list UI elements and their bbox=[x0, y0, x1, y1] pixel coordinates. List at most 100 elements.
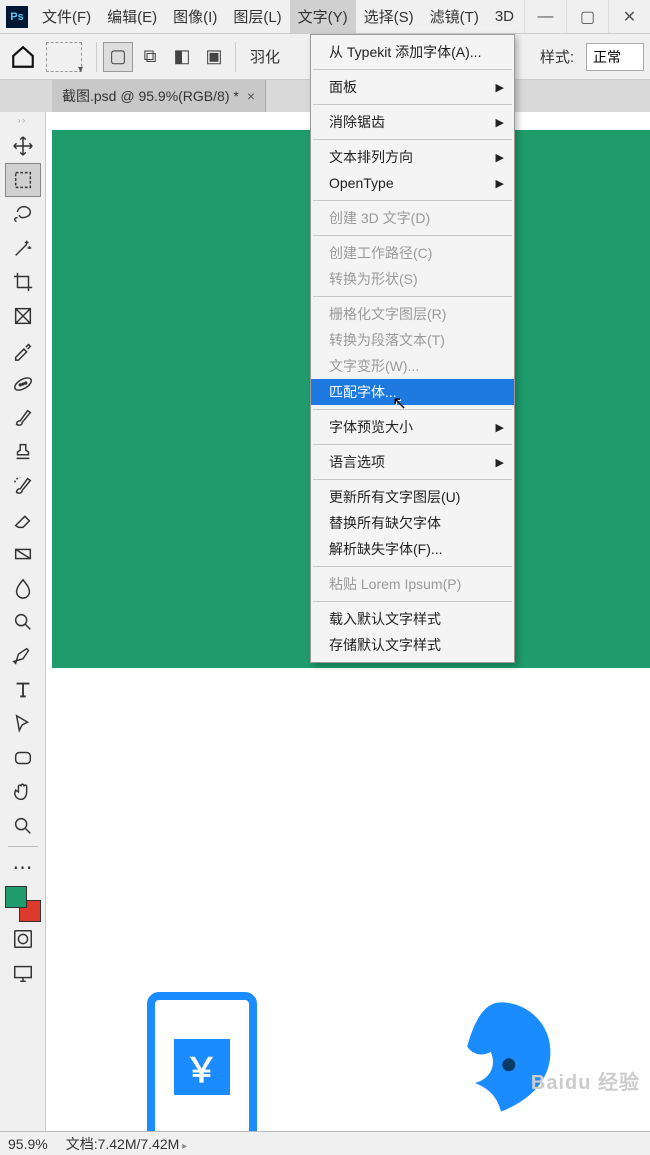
window-controls: — ▢ ✕ bbox=[524, 0, 650, 33]
menu-item[interactable]: 载入默认文字样式 bbox=[311, 606, 514, 632]
canvas-phone-card bbox=[112, 992, 292, 1131]
menu-separator bbox=[313, 479, 512, 480]
menu-type[interactable]: 文字(Y) bbox=[290, 0, 356, 33]
menu-edit[interactable]: 编辑(E) bbox=[99, 0, 165, 33]
menu-filter[interactable]: 滤镜(T) bbox=[422, 0, 487, 33]
move-tool[interactable] bbox=[5, 129, 41, 163]
canvas-fish-card bbox=[411, 992, 591, 1131]
window-maximize-button[interactable]: ▢ bbox=[566, 0, 608, 33]
window-close-button[interactable]: ✕ bbox=[608, 0, 650, 33]
tool-preset-picker[interactable] bbox=[46, 42, 82, 72]
menu-item[interactable]: 从 Typekit 添加字体(A)... bbox=[311, 39, 514, 65]
menu-separator bbox=[313, 104, 512, 105]
screenmode-icon[interactable] bbox=[5, 956, 41, 990]
feather-label: 羽化 bbox=[250, 46, 280, 67]
document-tab[interactable]: 截图.psd @ 95.9%(RGB/8) * × bbox=[52, 80, 266, 112]
menu-item[interactable]: 字体预览大小▶ bbox=[311, 414, 514, 440]
window-minimize-button[interactable]: — bbox=[524, 0, 566, 33]
history-brush-tool[interactable] bbox=[5, 469, 41, 503]
menu-separator bbox=[313, 444, 512, 445]
toolbar-grip-icon[interactable]: ›› bbox=[18, 116, 27, 125]
status-docinfo[interactable]: 文档:7.42M/7.42M bbox=[66, 1134, 187, 1154]
clone-stamp-tool[interactable] bbox=[5, 435, 41, 469]
path-selection-tool[interactable] bbox=[5, 707, 41, 741]
menu-item: 粘贴 Lorem Ipsum(P) bbox=[311, 571, 514, 597]
menu-item: 转换为形状(S) bbox=[311, 266, 514, 292]
foreground-color-swatch[interactable] bbox=[5, 886, 27, 908]
watermark: Baidu 经验 bbox=[531, 1066, 640, 1095]
submenu-arrow-icon: ▶ bbox=[496, 81, 504, 94]
menu-3d[interactable]: 3D bbox=[487, 0, 522, 33]
menu-item: 创建工作路径(C) bbox=[311, 240, 514, 266]
menu-item[interactable]: 替换所有缺欠字体 bbox=[311, 510, 514, 536]
menu-item[interactable]: 存储默认文字样式 bbox=[311, 632, 514, 658]
pen-tool[interactable] bbox=[5, 639, 41, 673]
selection-subtract-icon[interactable]: ◧ bbox=[167, 42, 197, 72]
menu-item[interactable]: 消除锯齿▶ bbox=[311, 109, 514, 135]
menubar: 文件(F) 编辑(E) 图像(I) 图层(L) 文字(Y) 选择(S) 滤镜(T… bbox=[34, 0, 524, 33]
menu-item[interactable]: OpenType▶ bbox=[311, 170, 514, 196]
document-tab-close-icon[interactable]: × bbox=[247, 88, 255, 104]
menu-separator bbox=[313, 235, 512, 236]
tools-panel: ›› ⋯ bbox=[0, 112, 46, 1131]
healing-brush-tool[interactable] bbox=[5, 367, 41, 401]
selection-intersect-icon[interactable]: ▣ bbox=[199, 42, 229, 72]
menu-separator bbox=[313, 296, 512, 297]
menu-item[interactable]: 更新所有文字图层(U) bbox=[311, 484, 514, 510]
mouse-cursor-icon: ↖ bbox=[392, 393, 407, 414]
selection-mode-group: ▢ ⧉ ◧ ▣ bbox=[96, 42, 236, 72]
menu-layer[interactable]: 图层(L) bbox=[225, 0, 289, 33]
hand-tool[interactable] bbox=[5, 775, 41, 809]
zoom-tool[interactable] bbox=[5, 809, 41, 843]
status-zoom[interactable]: 95.9% bbox=[8, 1136, 48, 1152]
statusbar: 95.9% 文档:7.42M/7.42M bbox=[0, 1131, 650, 1155]
menu-item[interactable]: 匹配字体... bbox=[311, 379, 514, 405]
gradient-tool[interactable] bbox=[5, 537, 41, 571]
quickmask-icon[interactable] bbox=[5, 922, 41, 956]
menu-select[interactable]: 选择(S) bbox=[356, 0, 422, 33]
type-menu-dropdown: 从 Typekit 添加字体(A)... 面板▶ 消除锯齿▶ 文本排列方向▶OpenT… bbox=[310, 34, 515, 663]
eyedropper-tool[interactable] bbox=[5, 333, 41, 367]
menu-item: 栅格化文字图层(R) bbox=[311, 301, 514, 327]
submenu-arrow-icon: ▶ bbox=[496, 151, 504, 164]
submenu-arrow-icon: ▶ bbox=[496, 177, 504, 190]
menu-item[interactable]: 文本排列方向▶ bbox=[311, 144, 514, 170]
menu-item: 文字变形(W)... bbox=[311, 353, 514, 379]
eraser-tool[interactable] bbox=[5, 503, 41, 537]
phone-yen-icon bbox=[147, 992, 257, 1131]
menu-item[interactable]: 解析缺失字体(F)... bbox=[311, 536, 514, 562]
selection-add-icon[interactable]: ⧉ bbox=[135, 42, 165, 72]
menu-item[interactable]: 语言选项▶ bbox=[311, 449, 514, 475]
type-tool[interactable] bbox=[5, 673, 41, 707]
submenu-arrow-icon: ▶ bbox=[496, 421, 504, 434]
color-swatches[interactable] bbox=[5, 886, 41, 922]
dodge-tool[interactable] bbox=[5, 605, 41, 639]
lasso-tool[interactable] bbox=[5, 197, 41, 231]
menu-separator bbox=[313, 601, 512, 602]
menu-item: 转换为段落文本(T) bbox=[311, 327, 514, 353]
brush-tool[interactable] bbox=[5, 401, 41, 435]
menu-separator bbox=[313, 200, 512, 201]
submenu-arrow-icon: ▶ bbox=[496, 456, 504, 469]
submenu-arrow-icon: ▶ bbox=[496, 116, 504, 129]
home-icon[interactable] bbox=[6, 40, 40, 74]
magic-wand-tool[interactable] bbox=[5, 231, 41, 265]
menu-item[interactable]: 面板▶ bbox=[311, 74, 514, 100]
crop-tool[interactable] bbox=[5, 265, 41, 299]
menu-separator bbox=[313, 409, 512, 410]
marquee-tool[interactable] bbox=[5, 163, 41, 197]
blur-tool[interactable] bbox=[5, 571, 41, 605]
menu-image[interactable]: 图像(I) bbox=[165, 0, 225, 33]
frame-tool[interactable] bbox=[5, 299, 41, 333]
fish-coin-icon bbox=[436, 992, 566, 1122]
shape-tool[interactable] bbox=[5, 741, 41, 775]
titlebar: Ps 文件(F) 编辑(E) 图像(I) 图层(L) 文字(Y) 选择(S) 滤… bbox=[0, 0, 650, 34]
menu-separator bbox=[313, 139, 512, 140]
edit-toolbar-button[interactable]: ⋯ bbox=[5, 850, 41, 884]
menu-file[interactable]: 文件(F) bbox=[34, 0, 99, 33]
canvas-bottom-icons bbox=[52, 992, 650, 1131]
selection-new-icon[interactable]: ▢ bbox=[103, 42, 133, 72]
style-label: 样式: bbox=[540, 46, 574, 67]
style-select[interactable]: 正常 bbox=[586, 43, 644, 71]
menu-separator bbox=[313, 69, 512, 70]
